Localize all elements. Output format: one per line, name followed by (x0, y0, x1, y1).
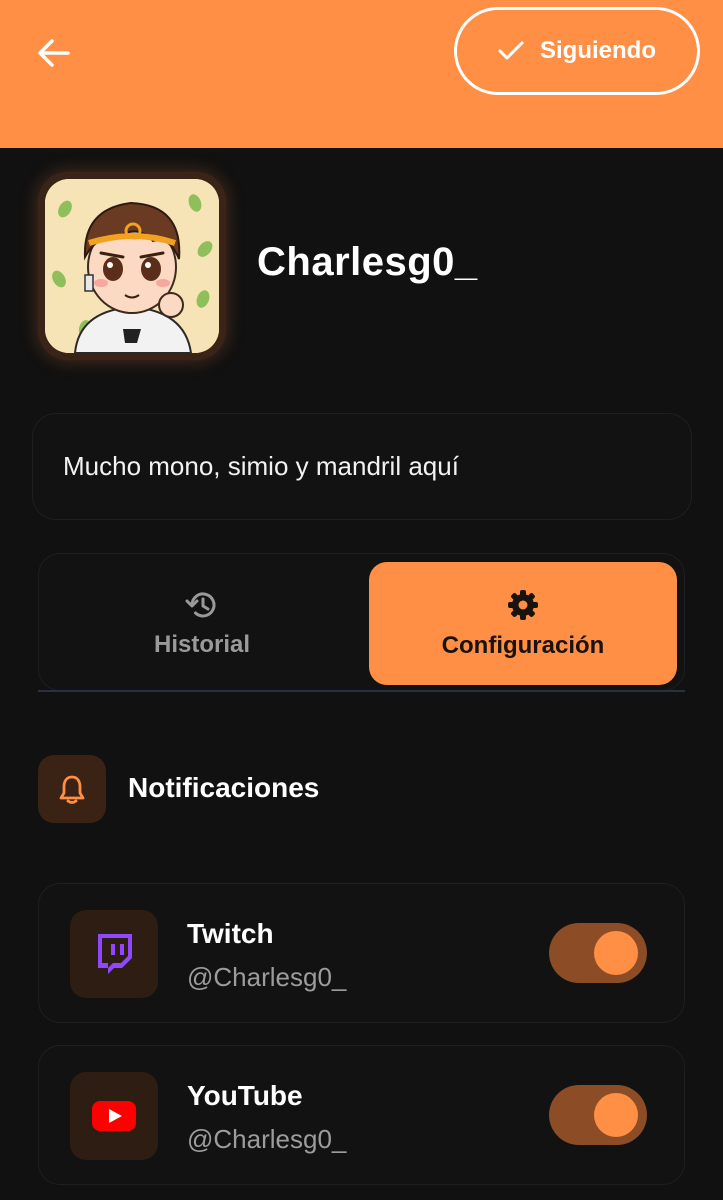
profile-bio: Mucho mono, simio y mandril aquí (32, 413, 692, 520)
avatar-image (45, 179, 219, 353)
youtube-handle: @Charlesg0_ (187, 1124, 347, 1154)
tab-historial-label: Historial (153, 630, 251, 658)
profile-tabs: Historial Configuración (38, 553, 685, 691)
tab-configuracion-label: Configuración (441, 631, 605, 659)
notification-card-youtube: YouTube @Charlesg0_ (38, 1045, 685, 1185)
arrow-left-icon (38, 39, 70, 67)
twitch-icon-container (70, 910, 158, 998)
check-icon (498, 41, 524, 60)
bio-text: Mucho mono, simio y mandril aquí (63, 451, 459, 481)
youtube-icon (92, 1101, 136, 1131)
tab-configuracion[interactable]: Configuración (369, 562, 677, 685)
notifications-section-icon (38, 755, 106, 823)
youtube-name: YouTube (187, 1080, 303, 1111)
tab-historial[interactable]: Historial (47, 562, 357, 685)
twitch-name: Twitch (187, 918, 274, 949)
tabs-divider (38, 690, 685, 692)
toggle-knob (594, 1093, 638, 1137)
twitch-icon (98, 934, 132, 974)
notifications-title: Notificaciones (128, 772, 320, 803)
youtube-icon-container (70, 1072, 158, 1160)
toggle-knob (594, 931, 638, 975)
youtube-notification-toggle[interactable] (549, 1085, 647, 1145)
following-button[interactable]: Siguiendo (454, 7, 700, 95)
back-button[interactable] (28, 30, 78, 76)
twitch-notification-toggle[interactable] (549, 923, 647, 983)
profile-username: Charlesg0_ (257, 240, 478, 284)
gear-icon (508, 589, 538, 620)
notification-card-twitch: Twitch @Charlesg0_ (38, 883, 685, 1023)
history-icon (185, 591, 216, 617)
following-button-label: Siguiendo (540, 37, 656, 64)
bell-icon (59, 775, 85, 804)
avatar (38, 172, 226, 360)
app-header: Siguiendo (0, 0, 723, 148)
twitch-handle: @Charlesg0_ (187, 962, 347, 992)
